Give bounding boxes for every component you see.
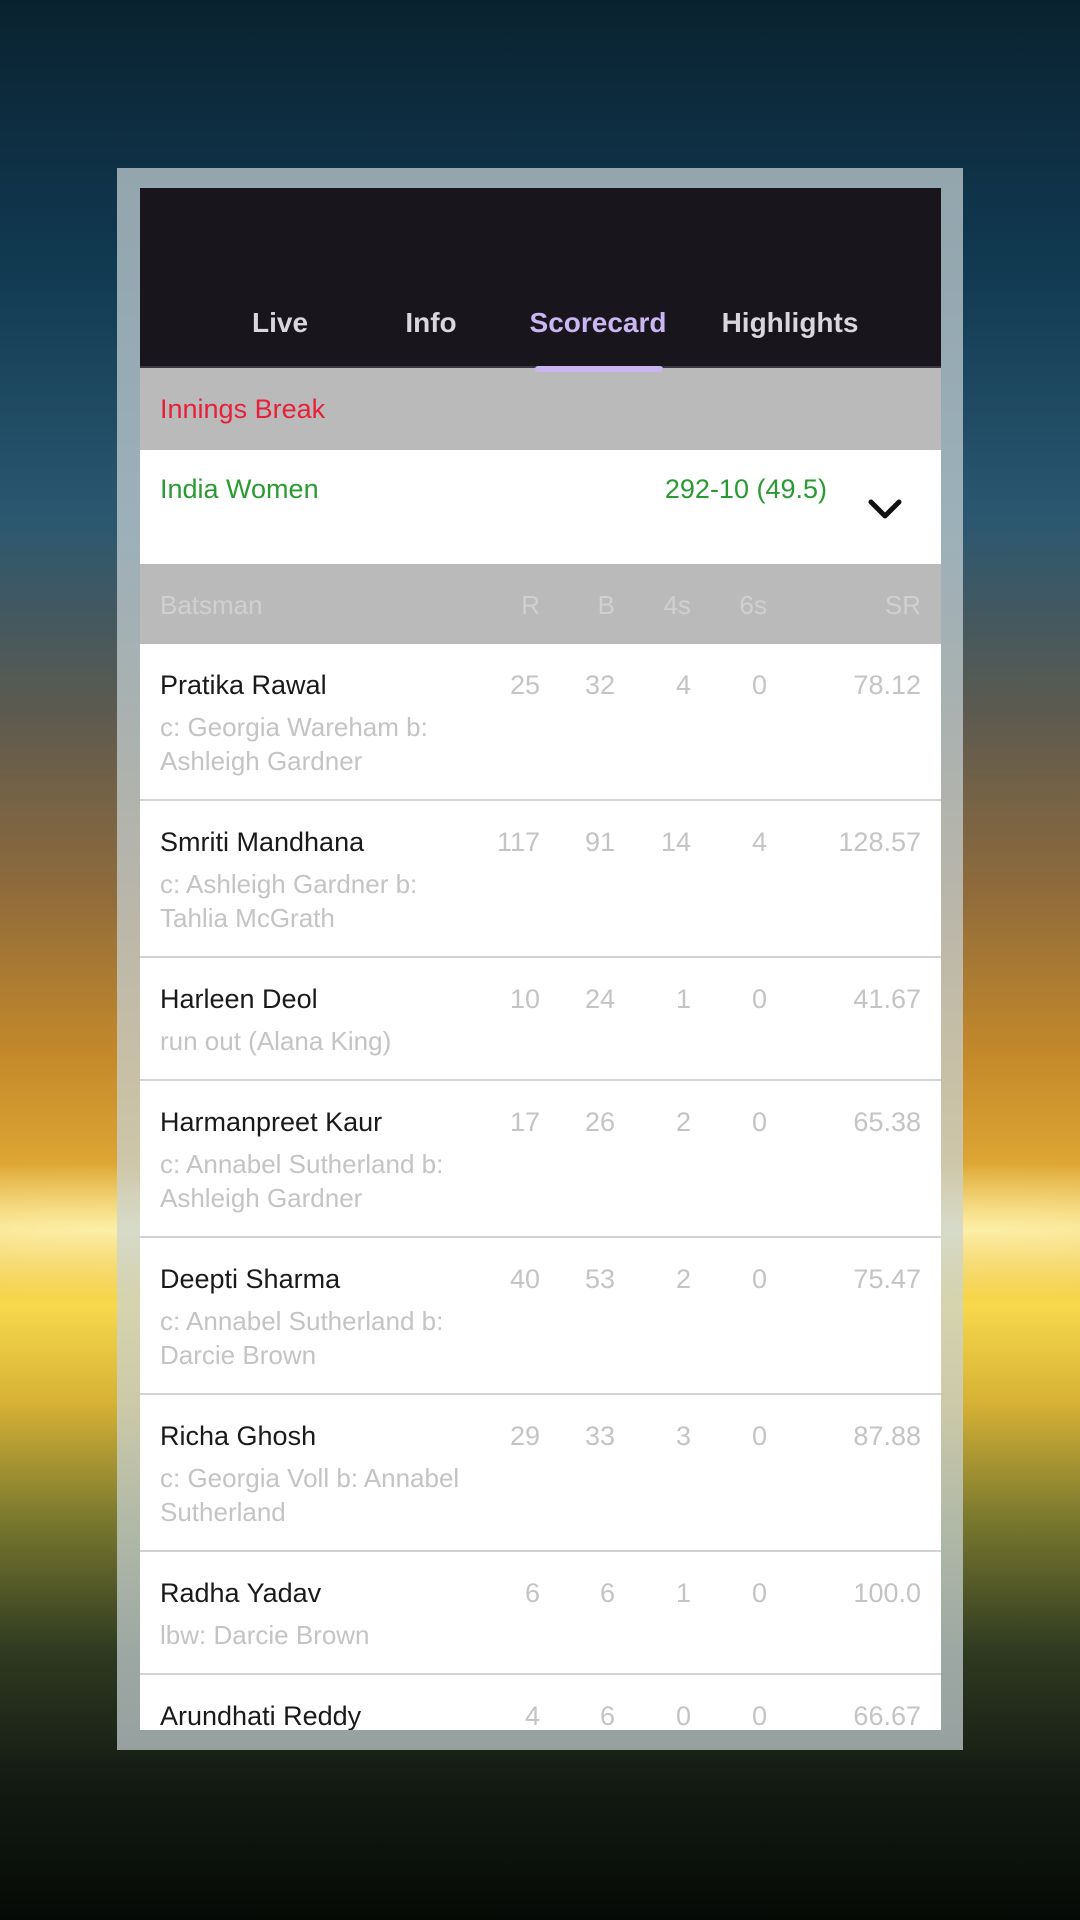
fours: 4 xyxy=(675,670,691,700)
batsman-name: Arundhati Reddy xyxy=(160,1701,362,1730)
header-fours: 4s xyxy=(663,590,691,620)
team-name: India Women xyxy=(160,474,319,504)
header-sixes: 6s xyxy=(739,590,767,620)
header-strike-rate: SR xyxy=(884,590,921,620)
fours: 2 xyxy=(675,1107,691,1137)
strike-rate: 41.67 xyxy=(853,984,921,1014)
table-row[interactable]: Deepti Sharma c: Annabel Sutherland b: D… xyxy=(140,1238,941,1395)
strike-rate: 66.67 xyxy=(853,1701,921,1730)
batsman-name: Richa Ghosh xyxy=(160,1421,317,1451)
strike-rate: 65.38 xyxy=(853,1107,921,1137)
table-row[interactable]: Pratika Rawal c: Georgia Wareham b: Ashl… xyxy=(140,644,941,801)
fours: 14 xyxy=(660,827,691,857)
table-row[interactable]: Harleen Deol run out (Alana King) 10 24 … xyxy=(140,958,941,1081)
batsman-name: Radha Yadav xyxy=(160,1578,322,1608)
runs: 25 xyxy=(509,670,540,700)
dismissal-text: lbw: Darcie Brown xyxy=(160,1620,370,1650)
dismissal-text: c: Ashleigh Gardner b: Tahlia McGrath xyxy=(160,869,418,933)
team-score: 292-10 (49.5) xyxy=(664,474,827,504)
sixes: 0 xyxy=(751,1264,767,1294)
sixes: 4 xyxy=(751,827,767,857)
balls: 6 xyxy=(599,1578,615,1608)
tab-highlights[interactable]: Highlights xyxy=(700,278,880,368)
batsman-name: Deepti Sharma xyxy=(160,1264,341,1294)
fours: 1 xyxy=(675,984,691,1014)
runs: 117 xyxy=(496,827,540,857)
team-innings-row[interactable]: India Women 292-10 (49.5) xyxy=(140,450,941,564)
sixes: 0 xyxy=(751,1578,767,1608)
table-row[interactable]: Harmanpreet Kaur c: Annabel Sutherland b… xyxy=(140,1081,941,1238)
tab-live[interactable]: Live xyxy=(210,278,350,368)
runs: 29 xyxy=(509,1421,540,1451)
batsman-name: Harleen Deol xyxy=(160,984,318,1014)
table-row[interactable]: Arundhati Reddy 4 6 0 0 66.67 xyxy=(140,1675,941,1730)
table-row[interactable]: Smriti Mandhana c: Ashleigh Gardner b: T… xyxy=(140,801,941,958)
balls: 33 xyxy=(584,1421,615,1451)
batting-table-body: Pratika Rawal c: Georgia Wareham b: Ashl… xyxy=(140,644,941,1730)
balls: 32 xyxy=(584,670,615,700)
batsman-name: Harmanpreet Kaur xyxy=(160,1107,383,1137)
fours: 1 xyxy=(675,1578,691,1608)
dismissal-text: c: Annabel Sutherland b: Ashleigh Gardne… xyxy=(160,1149,444,1213)
strike-rate: 100.0 xyxy=(853,1578,921,1608)
scorecard-panel: Live Info Scorecard Highlights Innings B… xyxy=(140,188,941,1730)
runs: 17 xyxy=(509,1107,540,1137)
balls: 53 xyxy=(584,1264,615,1294)
balls: 24 xyxy=(584,984,615,1014)
dismissal-text: run out (Alana King) xyxy=(160,1026,392,1056)
fours: 2 xyxy=(675,1264,691,1294)
header-batsman: Batsman xyxy=(160,590,263,620)
active-tab-indicator xyxy=(535,366,663,372)
dismissal-text: c: Annabel Sutherland b: Darcie Brown xyxy=(160,1306,444,1370)
dismissal-text: c: Georgia Voll b: Annabel Sutherland xyxy=(160,1463,460,1527)
header-balls: B xyxy=(597,590,615,620)
runs: 6 xyxy=(524,1578,540,1608)
fours: 3 xyxy=(675,1421,691,1451)
sixes: 0 xyxy=(751,1701,767,1730)
innings-status: Innings Break xyxy=(140,368,941,450)
balls: 26 xyxy=(584,1107,615,1137)
sixes: 0 xyxy=(751,1421,767,1451)
sixes: 0 xyxy=(751,670,767,700)
strike-rate: 75.47 xyxy=(853,1264,921,1294)
runs: 40 xyxy=(509,1264,540,1294)
batsman-name: Pratika Rawal xyxy=(160,670,327,700)
tab-scorecard[interactable]: Scorecard xyxy=(523,278,673,368)
table-row[interactable]: Richa Ghosh c: Georgia Voll b: Annabel S… xyxy=(140,1395,941,1552)
strike-rate: 78.12 xyxy=(853,670,921,700)
strike-rate: 128.57 xyxy=(838,827,921,857)
balls: 91 xyxy=(584,827,615,857)
strike-rate: 87.88 xyxy=(853,1421,921,1451)
top-bar: Live Info Scorecard Highlights xyxy=(140,188,941,372)
table-row[interactable]: Radha Yadav lbw: Darcie Brown 6 6 1 0 10… xyxy=(140,1552,941,1675)
batting-table-header: Batsman R B 4s 6s SR xyxy=(140,564,941,644)
chevron-down-icon[interactable] xyxy=(865,490,905,530)
sixes: 0 xyxy=(751,984,767,1014)
tab-bar: Live Info Scorecard Highlights xyxy=(140,278,941,372)
fours: 0 xyxy=(675,1701,691,1730)
sixes: 0 xyxy=(751,1107,767,1137)
tab-info[interactable]: Info xyxy=(361,278,501,368)
balls: 6 xyxy=(599,1701,615,1730)
header-runs: R xyxy=(521,590,540,620)
dismissal-text: c: Georgia Wareham b: Ashleigh Gardner xyxy=(160,712,428,776)
batsman-name: Smriti Mandhana xyxy=(160,827,365,857)
runs: 4 xyxy=(524,1701,540,1730)
runs: 10 xyxy=(509,984,540,1014)
status-text: Innings Break xyxy=(160,393,326,424)
